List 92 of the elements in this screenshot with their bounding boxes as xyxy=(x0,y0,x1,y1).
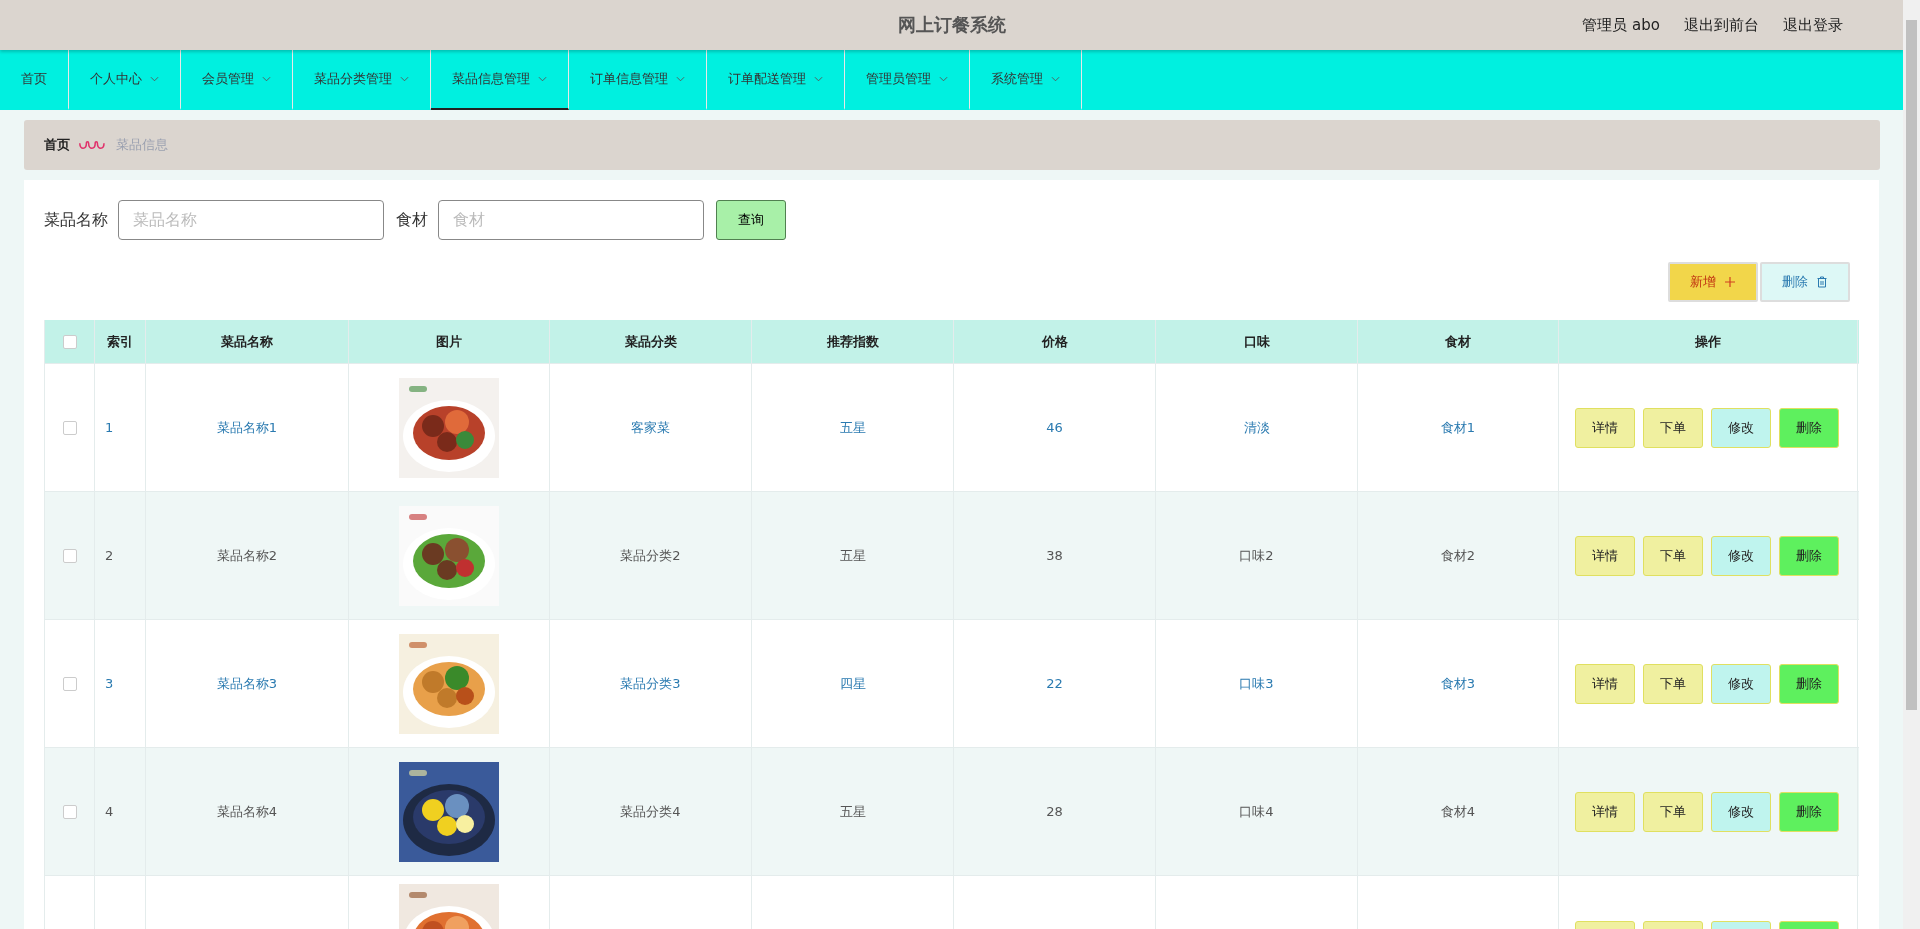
column-header: 口味 xyxy=(1243,332,1270,351)
nav-tab[interactable]: 个人中心 xyxy=(69,50,181,110)
nav-tab[interactable]: 会员管理 xyxy=(181,50,293,110)
table-cell: 2 xyxy=(105,548,114,563)
table-cell: 五星 xyxy=(839,546,866,565)
caret-icon xyxy=(939,76,948,82)
caret-icon xyxy=(814,76,823,82)
table-cell: 菜品分类2 xyxy=(620,546,681,565)
caret-icon xyxy=(538,76,547,82)
table-cell: 食材3 xyxy=(1440,674,1476,693)
action-button[interactable]: 详情 xyxy=(1575,791,1635,832)
column-header: 菜品分类 xyxy=(624,332,677,351)
table-cell: 菜品名称1 xyxy=(216,418,278,437)
table-cell: 菜品名称3 xyxy=(216,674,278,693)
table-cell: 3 xyxy=(105,676,114,691)
checkbox[interactable] xyxy=(62,804,77,819)
caret-icon xyxy=(400,76,409,82)
table-cell: 食材4 xyxy=(1440,802,1476,821)
action-button[interactable]: 修改 xyxy=(1711,535,1771,576)
breadcrumb-current: 菜品信息 xyxy=(116,136,168,154)
table-cell: 清淡 xyxy=(1243,418,1270,437)
table-cell: 客家菜 xyxy=(631,418,670,437)
caret-icon xyxy=(150,76,159,82)
column-header: 价格 xyxy=(1041,332,1068,351)
table-cell: 口味3 xyxy=(1239,674,1274,693)
action-button[interactable]: 修改 xyxy=(1711,407,1771,448)
action-button[interactable]: 详情 xyxy=(1575,663,1635,704)
table-cell: 1 xyxy=(105,420,114,435)
add-button[interactable]: 新增 xyxy=(1668,262,1758,302)
caret-icon xyxy=(262,76,271,82)
checkbox[interactable] xyxy=(62,548,77,563)
column-header: 推荐指数 xyxy=(826,332,879,351)
table-cell: 口味4 xyxy=(1239,802,1274,821)
caret-icon xyxy=(676,76,685,82)
column-header: 食材 xyxy=(1445,332,1471,351)
action-button[interactable]: 下单 xyxy=(1643,407,1703,448)
action-button[interactable]: 删除 xyxy=(1779,535,1839,576)
table-cell: 菜品分类3 xyxy=(620,674,681,693)
nav-tab[interactable]: 首页 xyxy=(0,50,69,110)
user-name: 管理员 abo xyxy=(1582,15,1660,35)
delete-button[interactable]: 删除 xyxy=(1760,262,1850,302)
action-button[interactable]: 删除 xyxy=(1779,407,1839,448)
nav-tab[interactable]: 系统管理 xyxy=(970,50,1082,110)
table-cell: 4 xyxy=(105,804,114,819)
search-button[interactable]: 查询 xyxy=(716,200,786,240)
table-cell: 口味2 xyxy=(1239,546,1274,565)
header-link[interactable]: 退出登录 xyxy=(1783,15,1843,35)
action-button[interactable]: 下单 xyxy=(1643,663,1703,704)
header-link[interactable]: 退出到前台 xyxy=(1684,15,1759,35)
search-field[interactable]: 食材 xyxy=(438,200,704,240)
table-cell: 四星 xyxy=(839,674,866,693)
action-button[interactable]: 删除 xyxy=(1779,791,1839,832)
action-button[interactable]: 详情 xyxy=(1575,535,1635,576)
action-button[interactable]: 修改 xyxy=(1711,663,1771,704)
action-button[interactable]: 删除 xyxy=(1779,663,1839,704)
column-header: 菜品名称 xyxy=(221,332,273,351)
trash-icon xyxy=(1816,276,1828,288)
table-cell: 菜品名称2 xyxy=(216,546,278,565)
app-title: 网上订餐系统 xyxy=(897,13,1006,37)
nav-tab[interactable]: 菜品信息管理 xyxy=(431,50,569,110)
nav-tab[interactable]: 菜品分类管理 xyxy=(293,50,431,110)
column-header: 图片 xyxy=(436,332,462,351)
table-cell: 38 xyxy=(1046,548,1063,563)
nav-tab[interactable]: 订单信息管理 xyxy=(569,50,707,110)
table-cell: 菜品名称4 xyxy=(216,802,278,821)
table-cell: 28 xyxy=(1046,804,1063,819)
action-button[interactable]: 下单 xyxy=(1643,535,1703,576)
table-cell: 五星 xyxy=(839,418,866,437)
action-button[interactable]: 修改 xyxy=(1711,791,1771,832)
scrollbar[interactable] xyxy=(1903,0,1920,929)
action-button[interactable]: 下单 xyxy=(1643,791,1703,832)
caret-icon xyxy=(1051,76,1060,82)
table-cell: 食材1 xyxy=(1440,418,1476,437)
plus-icon xyxy=(1724,276,1736,288)
breadcrumb-link[interactable]: 首页 xyxy=(44,136,70,154)
table-cell: 菜品分类4 xyxy=(620,802,681,821)
nav-tab[interactable]: 管理员管理 xyxy=(845,50,970,110)
search-field[interactable]: 菜品名称 xyxy=(118,200,384,240)
checkbox[interactable] xyxy=(62,676,77,691)
column-header: 索引 xyxy=(107,332,133,351)
swirl-icon xyxy=(78,139,108,151)
nav-tab[interactable]: 订单配送管理 xyxy=(707,50,845,110)
table-cell: 五星 xyxy=(839,802,866,821)
checkbox[interactable] xyxy=(62,334,77,349)
action-button[interactable]: 详情 xyxy=(1575,407,1635,448)
field-label: 食材 xyxy=(396,209,428,231)
table-cell: 食材2 xyxy=(1440,546,1476,565)
table-cell: 46 xyxy=(1046,420,1063,435)
field-label: 菜品名称 xyxy=(44,209,108,231)
checkbox[interactable] xyxy=(62,420,77,435)
table-cell: 22 xyxy=(1046,676,1063,691)
column-header: 操作 xyxy=(1695,332,1721,351)
